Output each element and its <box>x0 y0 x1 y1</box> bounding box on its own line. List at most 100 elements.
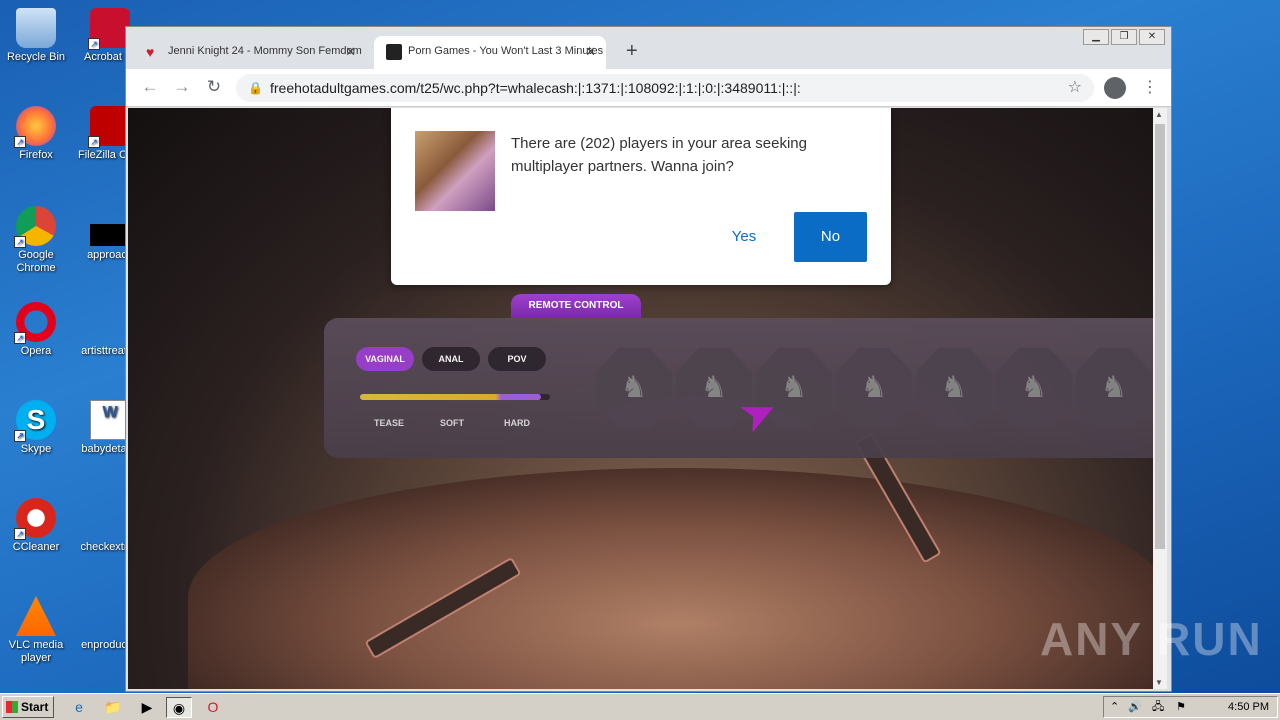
tab-title: Jenni Knight 24 - Mommy Son Femdom <box>168 45 362 57</box>
reload-icon[interactable]: ↻ <box>202 77 226 97</box>
desktop-icon-google-chrome[interactable]: ↗ Google Chrome <box>0 206 72 275</box>
ccleaner-icon: ↗ <box>14 498 56 540</box>
desktop-icon-label: Skype <box>20 443 52 455</box>
file-icon <box>90 224 130 246</box>
yes-button[interactable]: Yes <box>709 212 779 262</box>
minimize-icon[interactable]: ▁ <box>1083 29 1109 45</box>
tab-strip: ♥ Jenni Knight 24 - Mommy Son Femdom ✕ P… <box>126 27 1171 69</box>
pose-button-6[interactable]: ♞ <box>996 348 1072 428</box>
desktop-icon-ccleaner[interactable]: ↗ CCleaner <box>0 498 72 554</box>
desktop-icon-label: Firefox <box>19 149 53 161</box>
opera-icon: ↗ <box>14 302 56 344</box>
restore-icon[interactable]: ❐ <box>1111 29 1137 45</box>
start-label: Start <box>21 700 49 714</box>
browser-window: ♥ Jenni Knight 24 - Mommy Son Femdom ✕ P… <box>125 26 1172 692</box>
desktop-icon-label: checkextr <box>80 541 128 553</box>
pose-figure-icon: ♞ <box>860 371 888 404</box>
intensity-slider[interactable] <box>360 394 550 400</box>
desktop-icon-label: Google Chrome <box>16 249 56 274</box>
intensity-label-soft: SOFT <box>440 418 464 428</box>
close-window-icon[interactable]: ✕ <box>1139 29 1165 45</box>
anyrun-watermark: ANY RUN <box>1040 613 1263 665</box>
close-tab-icon[interactable]: ✕ <box>585 36 596 67</box>
flag-notification-icon[interactable]: ⚑ <box>1176 697 1186 717</box>
intensity-label-hard: HARD <box>504 418 530 428</box>
back-icon[interactable]: ← <box>138 77 162 97</box>
no-button[interactable]: No <box>794 212 867 262</box>
desktop-icon-opera[interactable]: ↗ Opera <box>0 302 72 358</box>
pose-figure-icon: ♞ <box>700 371 728 404</box>
desktop-icon-label: enproduc <box>81 639 127 651</box>
desktop-icon-firefox[interactable]: ↗ Firefox <box>0 106 72 162</box>
pose-figure-icon: ♞ <box>1020 371 1048 404</box>
background-artwork <box>188 468 1153 689</box>
file-icon <box>90 498 130 538</box>
scrollbar-thumb[interactable] <box>1155 124 1165 549</box>
tab-jenni-knight[interactable]: ♥ Jenni Knight 24 - Mommy Son Femdom ✕ <box>134 36 366 69</box>
internet-explorer-icon[interactable]: e <box>66 697 92 718</box>
clock[interactable]: 4:50 PM <box>1228 697 1269 717</box>
scroll-down-icon[interactable]: ▼ <box>1155 678 1163 687</box>
opera-taskbar-icon[interactable]: O <box>200 697 226 718</box>
forward-icon[interactable]: → <box>170 77 194 97</box>
tab-title: Porn Games - You Won't Last 3 Minutes <box>408 45 604 57</box>
pose-button-4[interactable]: ♞ <box>836 348 912 428</box>
browser-toolbar: ← → ↻ 🔒 freehotadultgames.com/t25/wc.php… <box>126 69 1171 107</box>
desktop-icon-label: babydeta <box>81 443 127 455</box>
chrome-icon: ↗ <box>14 206 56 248</box>
network-icon[interactable]: 🖧 <box>1152 697 1164 717</box>
recycle-bin-icon <box>16 8 56 48</box>
mode-vaginal-button[interactable]: VAGINAL <box>356 347 414 371</box>
desktop-icon-label: Recycle Bin <box>6 51 66 63</box>
site-favicon-icon <box>386 44 402 60</box>
desktop-icon-recycle-bin[interactable]: Recycle Bin <box>0 8 72 64</box>
media-player-icon[interactable]: ▶ <box>134 697 160 718</box>
tab-porn-games[interactable]: Porn Games - You Won't Last 3 Minutes ✕ <box>374 36 606 69</box>
skype-icon: S ↗ <box>14 400 56 442</box>
pose-button-5[interactable]: ♞ <box>916 348 992 428</box>
word-document-icon: W <box>90 400 130 440</box>
mode-anal-button[interactable]: ANAL <box>422 347 480 371</box>
lock-icon: 🔒 <box>248 81 263 95</box>
vlc-icon <box>16 596 56 636</box>
filezilla-icon: ↗ <box>88 106 130 148</box>
desktop-icon-skype[interactable]: S ↗ Skype <box>0 400 72 456</box>
scroll-up-icon[interactable]: ▲ <box>1155 110 1163 119</box>
url-text: freehotadultgames.com/t25/wc.php?t=whale… <box>270 80 801 96</box>
pose-figure-icon: ♞ <box>780 371 808 404</box>
intensity-label-tease: TEASE <box>374 418 405 428</box>
volume-icon[interactable]: 🔊 <box>1128 697 1142 717</box>
desktop-icon-label: FileZilla Client <box>78 149 130 161</box>
window-controls: ▁ ❐ ✕ <box>1083 29 1165 45</box>
menu-icon[interactable]: ⋮ <box>1142 77 1158 97</box>
file-explorer-icon[interactable]: 📁 <box>100 697 126 718</box>
intensity-slider-fill <box>360 394 541 400</box>
heart-icon: ♥ <box>146 44 155 60</box>
desktop-icon-label: CCleaner <box>12 541 60 553</box>
close-tab-icon[interactable]: ✕ <box>345 36 356 67</box>
join-prompt-modal: There are (202) players in your area see… <box>391 108 891 285</box>
start-button[interactable]: Start <box>2 696 54 718</box>
remote-control-tab[interactable]: REMOTE CONTROL <box>511 294 641 318</box>
desktop-icon-label: artisttreat <box>81 345 127 357</box>
pose-button-1[interactable]: ♞ <box>596 348 672 428</box>
firefox-icon: ↗ <box>14 106 56 148</box>
desktop-icon-label: Opera <box>20 345 52 357</box>
pose-button-7[interactable]: ♞ <box>1076 348 1152 428</box>
remote-control-panel: VAGINAL ANAL POV TEASE SOFT HARD ♞ ♞ ♞ ♞… <box>324 318 1153 458</box>
acrobat-icon: ↗ <box>88 8 130 50</box>
address-bar[interactable]: 🔒 freehotadultgames.com/t25/wc.php?t=wha… <box>236 74 1094 102</box>
modal-message: There are (202) players in your area see… <box>511 135 807 175</box>
desktop-icon-label: VLC media player <box>8 639 64 664</box>
desktop-icon-vlc[interactable]: VLC media player <box>0 596 72 665</box>
new-tab-button[interactable]: + <box>626 40 638 63</box>
profile-icon[interactable] <box>1104 77 1126 99</box>
taskbar: Start e 📁 ▶ ◉ O ⌃ 🔊 🖧 ⚑ 4:50 PM <box>0 693 1280 720</box>
page-scrollbar[interactable]: ▲ ▼ <box>1153 108 1167 689</box>
tray-expand-icon[interactable]: ⌃ <box>1110 697 1119 717</box>
bookmark-star-icon[interactable]: ☆ <box>1068 74 1082 102</box>
chrome-taskbar-icon[interactable]: ◉ <box>166 697 192 718</box>
pose-figure-icon: ♞ <box>1100 371 1128 404</box>
mode-pov-button[interactable]: POV <box>488 347 546 371</box>
file-icon <box>90 596 130 636</box>
